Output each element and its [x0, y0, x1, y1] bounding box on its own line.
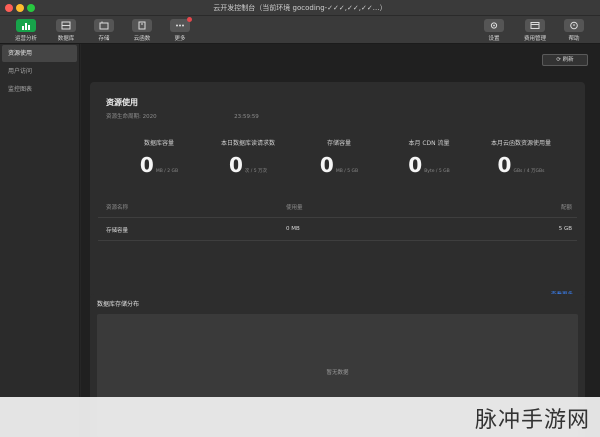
sidebar: 资源使用 用户访问 监控图表	[0, 44, 80, 437]
metric-cdn: 本月 CDN 流量 0 Byte / 5 GB	[384, 138, 474, 177]
table-header: 资源名称 使用量 配额	[106, 203, 572, 215]
column-quota: 配额	[560, 205, 572, 211]
table-divider	[98, 217, 577, 218]
period-end: 23:59:59	[234, 114, 259, 120]
app-window: 云开发控制台（当前环境 gocoding-✓✓✓,✓✓,✓✓…） 运营分析 数据…	[0, 0, 600, 437]
metric-title: 存储容量	[326, 140, 351, 147]
refresh-button[interactable]: ⟳ 刷新	[542, 54, 588, 66]
chart-icon	[16, 19, 36, 32]
card-title: 数据库存储分布	[97, 301, 140, 308]
metric-db-reads: 本日数据库读请求数 0次 / 5 万次	[203, 138, 293, 177]
metric-value: 0	[319, 153, 334, 177]
cell-name: 存储容量	[106, 228, 129, 234]
toolbar-analytics-button[interactable]: 运营分析	[8, 19, 44, 43]
toolbar-help-label: 帮助	[568, 36, 580, 42]
period-start: 2020	[142, 114, 157, 120]
refresh-label: 刷新	[562, 57, 574, 63]
empty-state-text: 暂无数据	[326, 370, 349, 376]
notification-dot	[187, 17, 192, 22]
storage-icon	[94, 19, 114, 32]
more-icon	[170, 17, 192, 32]
metric-value: 0	[139, 153, 154, 177]
period-label: 资源生命周期:	[106, 114, 141, 120]
toolbar-storage-button[interactable]: 存储	[86, 19, 122, 43]
toolbar-billing-button[interactable]: 费用管理	[517, 19, 553, 43]
database-icon	[56, 19, 76, 32]
help-icon	[564, 19, 584, 32]
table-row: 存储容量 0 MB 5 GB	[106, 226, 572, 238]
toolbar-database-button[interactable]: 数据库	[48, 19, 84, 43]
metric-value: 0	[408, 153, 423, 177]
function-icon	[132, 19, 152, 32]
sidebar-item-resource-usage[interactable]: 资源使用	[2, 45, 77, 62]
toolbar-billing-label: 费用管理	[523, 36, 546, 42]
metric-value: 0	[497, 153, 512, 177]
title-bar: 云开发控制台（当前环境 gocoding-✓✓✓,✓✓,✓✓…）	[0, 0, 600, 16]
table-divider	[98, 240, 577, 241]
toolbar-settings-button[interactable]: 设置	[476, 19, 512, 43]
metric-unit: MB / 2 GB	[155, 169, 179, 174]
metric-title: 本月云函数资源使用量	[490, 140, 551, 147]
toolbar-more-label: 更多	[174, 36, 186, 42]
watermark-text: 脉冲手游网	[474, 408, 590, 433]
column-name: 资源名称	[106, 205, 129, 211]
toolbar-functions-label: 云函数	[133, 36, 151, 42]
toolbar-analytics-label: 运营分析	[14, 36, 37, 42]
sidebar-item-monitoring[interactable]: 监控图表	[2, 81, 77, 98]
metric-unit: GBs / 4 万GBs	[513, 169, 545, 174]
metric-unit: MB / 5 GB	[335, 169, 359, 174]
resource-period: 资源生命周期: 2020 23:59:59	[106, 112, 259, 120]
toolbar-functions-button[interactable]: 云函数	[124, 19, 160, 43]
toolbar-storage-label: 存储	[98, 36, 110, 42]
billing-icon	[525, 19, 545, 32]
refresh-icon: ⟳	[556, 57, 561, 63]
toolbar-database-label: 数据库	[57, 36, 75, 42]
toolbar: 运营分析 数据库 存储 云函数 更多 设置 费用管理 帮助	[0, 16, 600, 44]
metric-unit: 次 / 5 万次	[244, 169, 268, 174]
main-content: ⟳ 刷新 资源使用 资源生命周期: 2020 23:59:59 数据库容量 0M…	[81, 44, 600, 437]
toolbar-help-button[interactable]: 帮助	[556, 19, 592, 43]
cell-usage: 0 MB	[286, 226, 300, 232]
sidebar-item-user-access[interactable]: 用户访问	[2, 63, 77, 80]
card-title: 资源使用	[106, 98, 138, 107]
metric-value: 0	[228, 153, 243, 177]
toolbar-more-button[interactable]: 更多	[162, 17, 198, 43]
metric-unit: Byte / 5 GB	[424, 169, 450, 174]
metric-title: 本日数据库读请求数	[220, 140, 275, 147]
toolbar-settings-label: 设置	[488, 36, 500, 42]
metric-storage: 存储容量 0 MB / 5 GB	[294, 138, 384, 177]
gear-icon	[484, 19, 504, 32]
column-usage: 使用量	[286, 205, 303, 211]
metric-db-capacity: 数据库容量 0 MB / 2 GB	[114, 138, 204, 177]
metric-title: 本月 CDN 流量	[408, 140, 450, 147]
metric-functions: 本月云函数资源使用量 0 GBs / 4 万GBs	[476, 138, 566, 177]
cell-quota: 5 GB	[558, 226, 572, 232]
window-title: 云开发控制台（当前环境 gocoding-✓✓✓,✓✓,✓✓…）	[213, 4, 387, 12]
metric-title: 数据库容量	[143, 140, 174, 147]
resource-usage-card: 资源使用 资源生命周期: 2020 23:59:59 数据库容量 0 MB / 2…	[90, 82, 585, 320]
